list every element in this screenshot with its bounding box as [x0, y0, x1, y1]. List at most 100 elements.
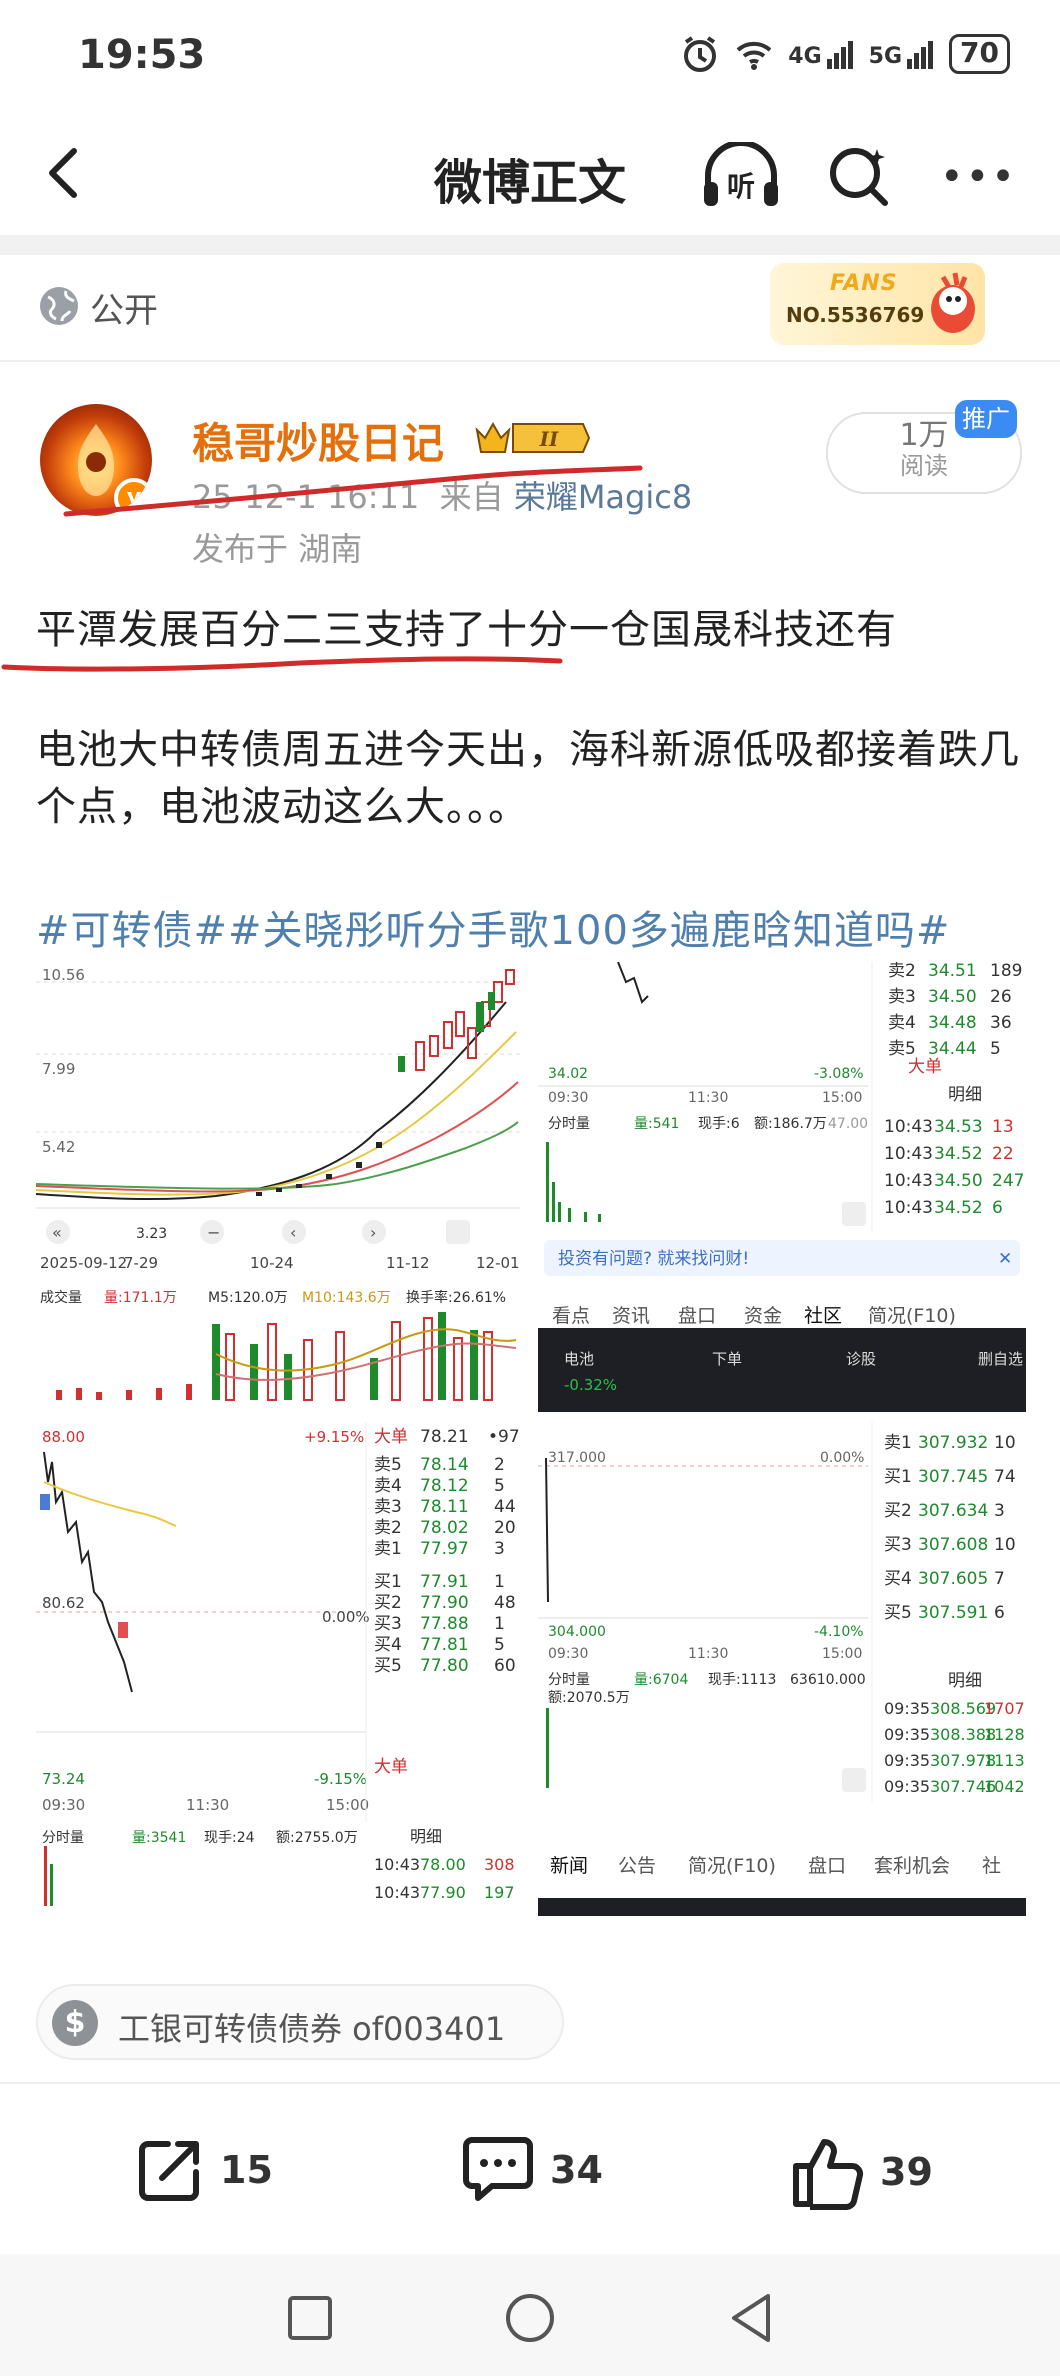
p3-low-pct: -9.15%: [314, 1770, 367, 1788]
p2-bottom-tab: 删自选: [978, 1350, 1023, 1368]
p3-xianshou: 现手:24: [204, 1830, 255, 1846]
p3-trade2-t: 10:43: [374, 1883, 420, 1902]
system-nav-bar: [0, 2254, 1060, 2376]
home-icon[interactable]: [504, 2292, 556, 2344]
p2-trade-time: 10:43: [884, 1117, 933, 1137]
intraday-chart-78: 88.00 +9.15% 80.62 0.00% 73.24 -9.15% 09…: [36, 1422, 520, 1822]
price-top: 10.56: [42, 966, 85, 984]
p3-amount: 额:2755.0万: [276, 1830, 358, 1846]
more-icon[interactable]: •••: [940, 157, 1017, 197]
p4-amount: 额:2070.5万: [548, 1690, 630, 1706]
comment-button[interactable]: 34: [460, 2134, 603, 2206]
p2-ask-label: 卖4: [888, 1013, 916, 1033]
date-2: 7-29: [124, 1254, 158, 1272]
image-intraday-307[interactable]: 317.000 0.00% 304.000 -4.10% 09:30 11:30…: [538, 1422, 1026, 1822]
p2-trade-time: 10:43: [884, 1198, 933, 1218]
p3-trade1-t: 10:43: [374, 1855, 420, 1874]
image-volume[interactable]: 成交量 量:171.1万 M5:120.0万 M10:143.6万 换手率:26…: [36, 1284, 520, 1404]
back-nav-icon[interactable]: [728, 2292, 776, 2344]
p3-trade1-p: 78.00: [420, 1855, 466, 1874]
p2-trade-vol: 247: [992, 1171, 1024, 1191]
image-tabs-307[interactable]: 新闻 公告 简况(F10) 盘口 套利机会 社: [538, 1842, 1026, 1916]
p2-amount2: 47.00: [828, 1116, 868, 1132]
read-unit: 阅读: [900, 452, 948, 480]
p3-book-vol: 5: [494, 1476, 505, 1496]
comment-icon: [463, 2137, 533, 2201]
crown-level-badge[interactable]: II: [473, 418, 593, 458]
svg-text:−: −: [207, 1223, 220, 1242]
p4-book-label: 买4: [884, 1569, 912, 1589]
listen-icon[interactable]: 听: [698, 142, 784, 212]
image-fenshi-78[interactable]: 分时量 量:3541 现手:24 额:2755.0万 明细 10:43 78.0…: [36, 1824, 520, 1916]
p2-bottom-pct: -0.32%: [564, 1376, 617, 1394]
p2-trade-price: 34.52: [934, 1144, 983, 1164]
p3-book-label: 卖4: [374, 1476, 402, 1496]
p3-book-label: 买4: [374, 1635, 402, 1655]
p3-book-label: 买5: [374, 1656, 402, 1676]
p2-trade-price: 34.52: [934, 1198, 983, 1218]
like-button[interactable]: 39: [790, 2134, 933, 2210]
p2-ask-vol: 5: [990, 1039, 1001, 1059]
p3-vol: 量:3541: [132, 1830, 186, 1846]
hashtags[interactable]: #可转债##关晓彤听分手歌100多遍鹿晗知道吗#: [36, 898, 950, 956]
p4-trade-vol: 1128: [984, 1725, 1025, 1744]
signal-icon: [826, 41, 853, 69]
p4-trade-time: 09:35: [884, 1777, 930, 1796]
p2-vol: 量:541: [634, 1116, 679, 1132]
vol-val: 量:171.1万: [104, 1290, 177, 1306]
p4-book-vol: 74: [994, 1467, 1016, 1487]
comment-count: 34: [550, 2148, 603, 2192]
p4-book-price: 307.605: [918, 1569, 988, 1589]
p3-book-price: 78.02: [420, 1518, 469, 1538]
p3-book-label: 卖1: [374, 1539, 402, 1559]
p3-book-label: 卖2: [374, 1518, 402, 1538]
p2-tab: 盘口: [678, 1305, 716, 1327]
red-underline-1: [63, 465, 643, 517]
date-3: 10-24: [250, 1254, 294, 1272]
p3-book-price: 77.81: [420, 1635, 469, 1655]
p3-book-price: 77.80: [420, 1656, 469, 1676]
p2-ask-label: 卖3: [888, 987, 916, 1007]
p3-top-price: 88.00: [42, 1428, 85, 1446]
p2-tab: 社区: [804, 1305, 842, 1327]
recents-icon[interactable]: [286, 2294, 334, 2342]
fund-link-chip[interactable]: $ 工银可转债债券 of003401: [36, 1984, 564, 2060]
p3-t-start: 09:30: [42, 1796, 85, 1814]
fund-link-text: 工银可转债债券 of003401: [118, 2010, 506, 2048]
p3-mid-price: 80.62: [42, 1594, 85, 1612]
image-intraday-34[interactable]: 34.02 -3.08% 09:30 11:30 15:00 分时量 量:541…: [538, 962, 1026, 1280]
image-kline[interactable]: 10.56 7.99 5.42 3.23 « − ‹ › 2025-09-12 …: [36, 962, 520, 1277]
p3-top-pct: +9.15%: [304, 1428, 364, 1446]
network-5g: 5G: [869, 39, 935, 69]
intraday-chart-307: 317.000 0.00% 304.000 -4.10% 09:30 11:30…: [538, 1422, 1025, 1802]
p2-ask-label: 卖2: [888, 962, 916, 981]
search-icon[interactable]: [825, 143, 891, 209]
page-title: 微博正文: [433, 155, 626, 211]
p4-book-price: 307.745: [918, 1467, 988, 1487]
p3-t-end: 15:00: [326, 1796, 369, 1814]
p3-book-vol: 5: [494, 1635, 505, 1655]
close-icon: ✕: [998, 1249, 1012, 1269]
p4-book-vol: 7: [994, 1569, 1005, 1589]
p4-trade-time: 09:35: [884, 1699, 930, 1718]
p4-book-label: 买1: [884, 1467, 912, 1487]
p4-trade-vol: 1113: [984, 1751, 1025, 1770]
p3-book-label: 买1: [374, 1572, 402, 1592]
fans-badge[interactable]: FANS NO.5536769: [770, 263, 985, 345]
promo-tag[interactable]: 推广: [955, 400, 1017, 438]
p4-book-label: 买3: [884, 1535, 912, 1555]
p2-tab: 资讯: [612, 1305, 650, 1327]
p4-book-price: 307.634: [918, 1501, 988, 1521]
p2-ask-price: 34.48: [928, 1013, 977, 1033]
image-intraday-78[interactable]: 88.00 +9.15% 80.62 0.00% 73.24 -9.15% 09…: [36, 1422, 520, 1822]
price-low: 5.42: [42, 1138, 75, 1156]
vol-label: 成交量: [40, 1289, 82, 1306]
alarm-icon: [684, 36, 717, 72]
p2-trade-price: 34.53: [934, 1117, 983, 1137]
like-count: 39: [880, 2150, 933, 2194]
image-tabs-34[interactable]: 看点资讯盘口资金社区简况(F10) 电池下单诊股删自选功能 -0.32%: [538, 1300, 1026, 1412]
p2-trade-vol: 13: [992, 1117, 1014, 1137]
p2-xianshou: 现手:6: [698, 1116, 740, 1132]
p4-trade-time: 09:35: [884, 1725, 930, 1744]
share-button[interactable]: 15: [134, 2134, 273, 2206]
